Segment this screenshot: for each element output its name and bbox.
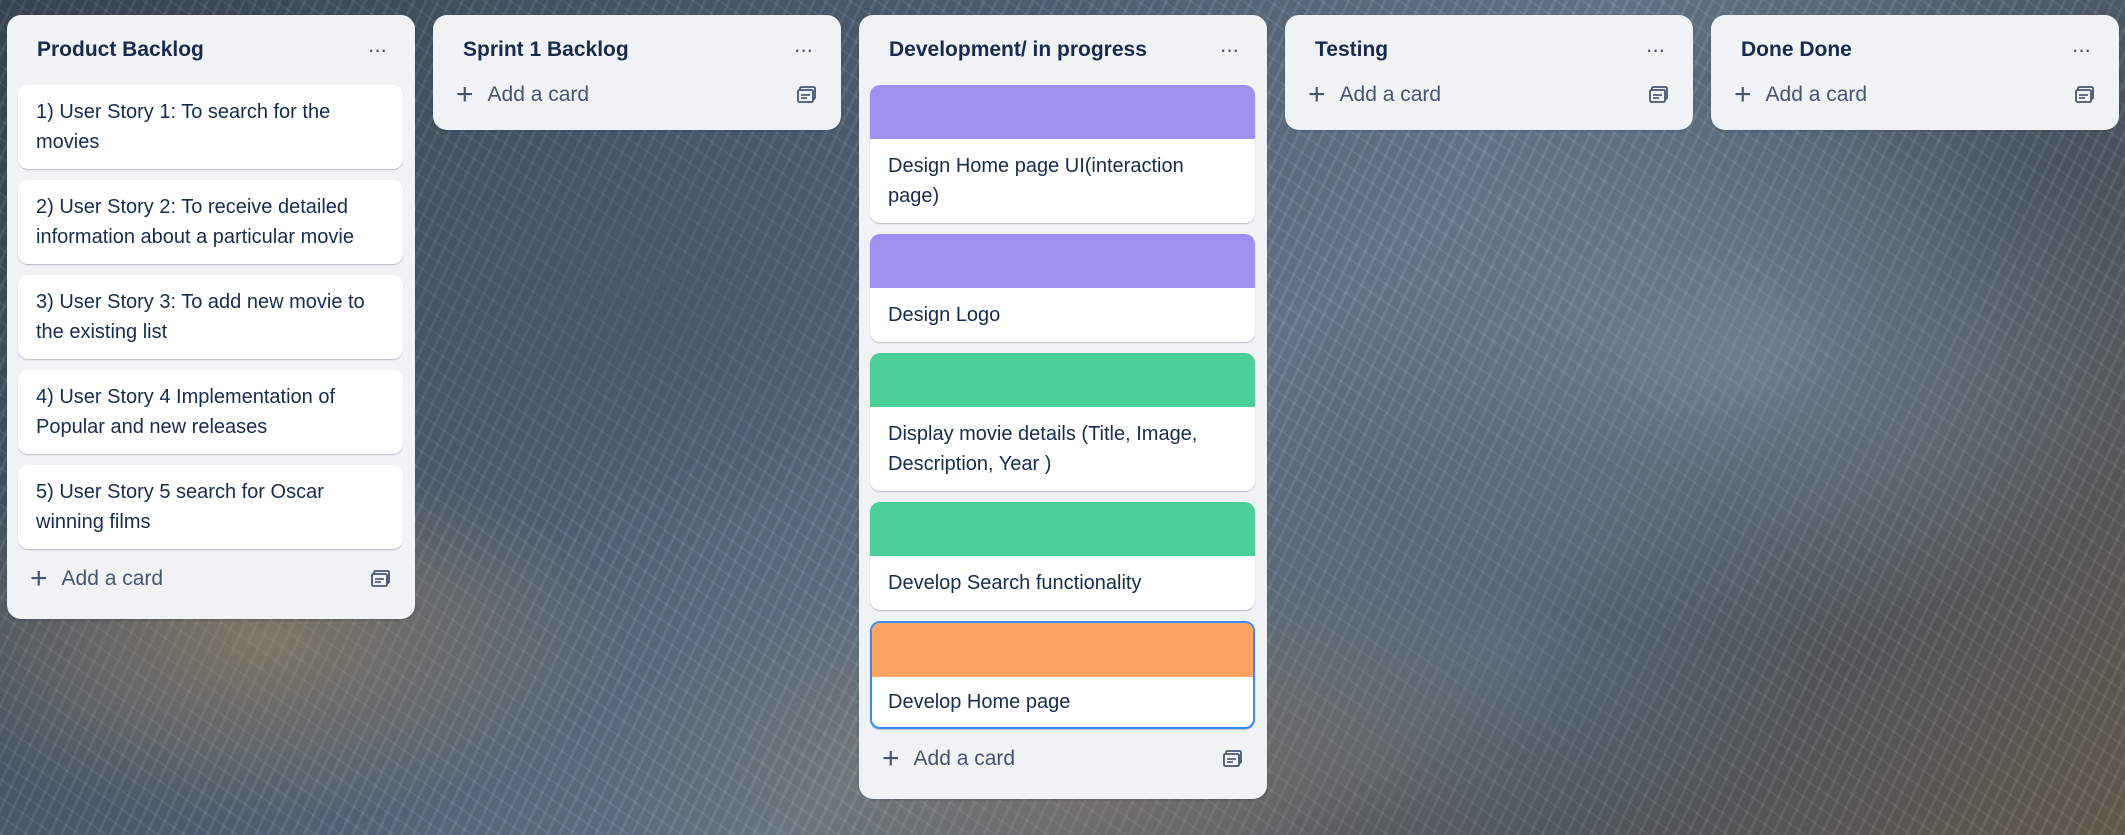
- card[interactable]: 4) User Story 4 Implementation of Popula…: [18, 370, 403, 454]
- card-template-icon[interactable]: [1647, 84, 1671, 106]
- card-title: Design Logo: [888, 304, 1001, 326]
- card-title: 2) User Story 2: To receive detailed inf…: [36, 196, 354, 248]
- card[interactable]: Design Logo: [870, 234, 1255, 342]
- add-card-label: Add a card: [1339, 83, 1442, 106]
- card-cover: [870, 353, 1255, 407]
- list-done-done: Done Done ··· + Add a card: [1711, 15, 2119, 130]
- list-product-backlog: Product Backlog ··· 1) User Story 1: To …: [7, 15, 415, 619]
- card[interactable]: 2) User Story 2: To receive detailed inf…: [18, 180, 403, 264]
- card[interactable]: Design Home page UI(interaction page): [870, 85, 1255, 223]
- card-cover: [870, 502, 1255, 556]
- card-title: 1) User Story 1: To search for the movie…: [36, 101, 331, 153]
- list-footer: + Add a card: [870, 729, 1255, 789]
- card-template-icon[interactable]: [369, 568, 393, 590]
- card-title: Develop Search functionality: [888, 572, 1142, 594]
- card-template-icon[interactable]: [795, 84, 819, 106]
- card-template-icon[interactable]: [1221, 748, 1245, 770]
- card-list: 1) User Story 1: To search for the movie…: [18, 85, 403, 549]
- card[interactable]: 1) User Story 1: To search for the movie…: [18, 85, 403, 169]
- card[interactable]: 5) User Story 5 search for Oscar winning…: [18, 465, 403, 549]
- list-menu-icon[interactable]: ···: [1637, 32, 1673, 68]
- card[interactable]: Display movie details (Title, Image, Des…: [870, 353, 1255, 491]
- add-card-label: Add a card: [913, 747, 1016, 770]
- plus-icon: +: [1308, 78, 1326, 111]
- card-template-icon[interactable]: [2073, 84, 2097, 106]
- list-menu-icon[interactable]: ···: [359, 32, 395, 68]
- plus-icon: +: [882, 742, 900, 775]
- card-title: Display movie details (Title, Image, Des…: [888, 423, 1198, 475]
- list-title[interactable]: Development/ in progress: [889, 38, 1147, 62]
- card-title: Develop Home page: [888, 691, 1071, 713]
- add-card-button[interactable]: + Add a card: [30, 564, 163, 594]
- card[interactable]: Develop Search functionality: [870, 502, 1255, 610]
- plus-icon: +: [1734, 78, 1752, 111]
- list-title[interactable]: Product Backlog: [37, 38, 204, 62]
- list-title[interactable]: Sprint 1 Backlog: [463, 38, 629, 62]
- list-development-in-progress: Development/ in progress ··· Design Home…: [859, 15, 1267, 799]
- card-list: Design Home page UI(interaction page) De…: [870, 85, 1255, 729]
- list-footer: + Add a card: [1296, 70, 1681, 120]
- add-card-label: Add a card: [1765, 83, 1868, 106]
- list-footer: + Add a card: [1722, 70, 2107, 120]
- list-footer: + Add a card: [444, 70, 829, 120]
- list-footer: + Add a card: [18, 549, 403, 609]
- add-card-button[interactable]: + Add a card: [882, 744, 1015, 774]
- list-menu-icon[interactable]: ···: [785, 32, 821, 68]
- plus-icon: +: [30, 562, 48, 595]
- list-testing: Testing ··· + Add a card: [1285, 15, 1693, 130]
- plus-icon: +: [456, 78, 474, 111]
- add-card-button[interactable]: + Add a card: [1308, 80, 1441, 110]
- list-sprint-1-backlog: Sprint 1 Backlog ··· + Add a card: [433, 15, 841, 130]
- card[interactable]: 3) User Story 3: To add new movie to the…: [18, 275, 403, 359]
- card-title: 5) User Story 5 search for Oscar winning…: [36, 481, 324, 533]
- card-selected[interactable]: Develop Home page: [870, 621, 1255, 729]
- card-cover: [870, 234, 1255, 288]
- card-title: Design Home page UI(interaction page): [888, 155, 1184, 207]
- list-menu-icon[interactable]: ···: [1211, 32, 1247, 68]
- card-cover: [870, 85, 1255, 139]
- list-header: Development/ in progress ···: [870, 15, 1255, 85]
- add-card-button[interactable]: + Add a card: [456, 80, 589, 110]
- card-cover: [872, 623, 1253, 677]
- list-menu-icon[interactable]: ···: [2063, 32, 2099, 68]
- add-card-button[interactable]: + Add a card: [1734, 80, 1867, 110]
- card-title: 4) User Story 4 Implementation of Popula…: [36, 386, 336, 438]
- add-card-label: Add a card: [61, 567, 164, 590]
- list-header: Product Backlog ···: [18, 15, 403, 85]
- card-title: 3) User Story 3: To add new movie to the…: [36, 291, 365, 343]
- list-title[interactable]: Testing: [1315, 38, 1388, 62]
- list-title[interactable]: Done Done: [1741, 38, 1852, 62]
- add-card-label: Add a card: [487, 83, 590, 106]
